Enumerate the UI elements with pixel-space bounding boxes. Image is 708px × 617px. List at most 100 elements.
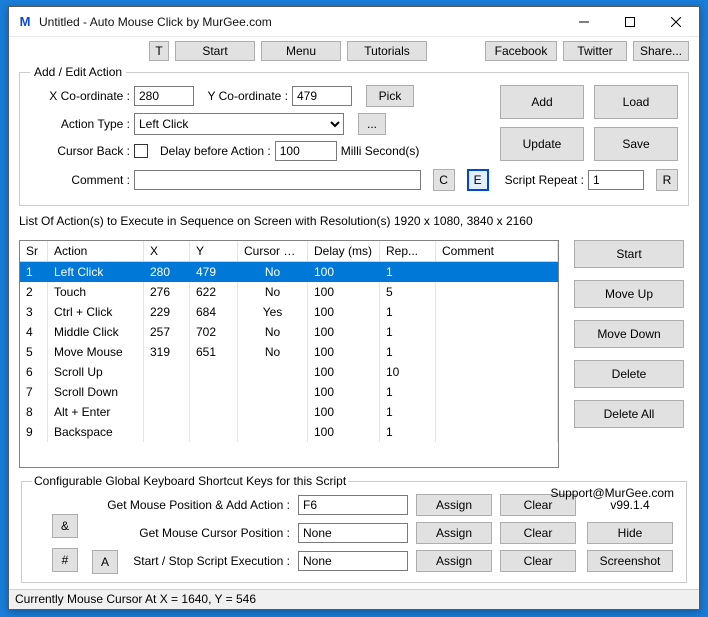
close-icon <box>671 17 681 27</box>
cursor-back-checkbox[interactable] <box>134 144 148 158</box>
table-cell <box>436 342 558 362</box>
table-row[interactable]: 7Scroll Down1001 <box>20 382 558 402</box>
maximize-button[interactable] <box>607 7 653 36</box>
table-body[interactable]: 1Left Click280479No10012Touch276622No100… <box>20 262 558 467</box>
script-repeat-input[interactable] <box>588 170 644 190</box>
table-cell: Touch <box>48 282 144 302</box>
table-cell: 5 <box>380 282 436 302</box>
update-button[interactable]: Update <box>500 127 584 161</box>
r-button[interactable]: R <box>656 169 678 191</box>
table-cell: 229 <box>144 302 190 322</box>
move-up-button[interactable]: Move Up <box>574 280 684 308</box>
table-cell: 319 <box>144 342 190 362</box>
start-script-button[interactable]: Start <box>574 240 684 268</box>
delete-all-button[interactable]: Delete All <box>574 400 684 428</box>
minimize-button[interactable] <box>561 7 607 36</box>
table-row[interactable]: 1Left Click280479No1001 <box>20 262 558 282</box>
assign-button-3[interactable]: Assign <box>416 550 492 572</box>
y-coord-label: Y Co-ordinate : <box>198 89 288 103</box>
table-cell: Ctrl + Click <box>48 302 144 322</box>
clear-button-2[interactable]: Clear <box>500 522 576 544</box>
table-cell: No <box>238 322 308 342</box>
table-cell: 100 <box>308 382 380 402</box>
table-cell: 651 <box>190 342 238 362</box>
assign-button-2[interactable]: Assign <box>416 522 492 544</box>
table-cell: 7 <box>20 382 48 402</box>
table-row[interactable]: 9Backspace1001 <box>20 422 558 442</box>
table-cell: 1 <box>380 322 436 342</box>
close-button[interactable] <box>653 7 699 36</box>
table-cell: 100 <box>308 262 380 282</box>
table-cell: 2 <box>20 282 48 302</box>
ellipsis-button[interactable]: ... <box>358 113 386 135</box>
table-row[interactable]: 6Scroll Up10010 <box>20 362 558 382</box>
th-repeat: Rep... <box>380 241 436 261</box>
th-cursor-back: Cursor B... <box>238 241 308 261</box>
table-row[interactable]: 2Touch276622No1005 <box>20 282 558 302</box>
table-row[interactable]: 3Ctrl + Click229684Yes1001 <box>20 302 558 322</box>
assign-button-1[interactable]: Assign <box>416 494 492 516</box>
a-button[interactable]: A <box>92 550 118 574</box>
clear-button-3[interactable]: Clear <box>500 550 576 572</box>
table-cell: 6 <box>20 362 48 382</box>
table-cell: 8 <box>20 402 48 422</box>
save-button[interactable]: Save <box>594 127 678 161</box>
table-row[interactable]: 4Middle Click257702No1001 <box>20 322 558 342</box>
status-bar: Currently Mouse Cursor At X = 1640, Y = … <box>9 589 699 609</box>
start-stop-input[interactable] <box>298 551 408 571</box>
toolbar-tutorials-button[interactable]: Tutorials <box>347 41 427 61</box>
th-sr: Sr <box>20 241 48 261</box>
grid-wrap: Sr Action X Y Cursor B... Delay (ms) Rep… <box>19 240 689 468</box>
table-cell <box>190 382 238 402</box>
delay-input[interactable] <box>275 141 337 161</box>
maximize-icon <box>625 17 635 27</box>
table-cell: Backspace <box>48 422 144 442</box>
milli-label: Milli Second(s) <box>341 144 420 158</box>
x-coord-input[interactable] <box>134 86 194 106</box>
table-cell: Middle Click <box>48 322 144 342</box>
toolbar-twitter-button[interactable]: Twitter <box>563 41 627 61</box>
table-cell: 702 <box>190 322 238 342</box>
pick-button[interactable]: Pick <box>366 85 414 107</box>
toolbar-facebook-button[interactable]: Facebook <box>485 41 557 61</box>
y-coord-input[interactable] <box>292 86 352 106</box>
toolbar-share-button[interactable]: Share... <box>633 41 689 61</box>
th-y: Y <box>190 241 238 261</box>
delay-label: Delay before Action : <box>160 144 271 158</box>
load-button[interactable]: Load <box>594 85 678 119</box>
c-button[interactable]: C <box>433 169 455 191</box>
status-text: Currently Mouse Cursor At X = 1640, Y = … <box>15 592 256 606</box>
table-cell: Scroll Up <box>48 362 144 382</box>
get-cursor-input[interactable] <box>298 523 408 543</box>
table-row[interactable]: 8Alt + Enter1001 <box>20 402 558 422</box>
delete-button[interactable]: Delete <box>574 360 684 388</box>
get-pos-add-input[interactable] <box>298 495 408 515</box>
amp-button[interactable]: & <box>52 514 78 538</box>
comment-input[interactable] <box>134 170 421 190</box>
hash-button[interactable]: # <box>52 548 78 572</box>
table-cell: 1 <box>380 402 436 422</box>
table-cell <box>238 422 308 442</box>
screenshot-button[interactable]: Screenshot <box>587 550 673 572</box>
table-row[interactable]: 5Move Mouse319651No1001 <box>20 342 558 362</box>
move-down-button[interactable]: Move Down <box>574 320 684 348</box>
actions-table[interactable]: Sr Action X Y Cursor B... Delay (ms) Rep… <box>19 240 559 468</box>
window-controls <box>561 7 699 36</box>
table-cell: 280 <box>144 262 190 282</box>
list-caption: List Of Action(s) to Execute in Sequence… <box>19 214 689 228</box>
table-cell: 479 <box>190 262 238 282</box>
table-cell: 622 <box>190 282 238 302</box>
table-cell <box>238 382 308 402</box>
hide-button[interactable]: Hide <box>587 522 673 544</box>
table-cell <box>190 362 238 382</box>
toolbar-start-button[interactable]: Start <box>175 41 255 61</box>
table-cell <box>436 262 558 282</box>
add-button[interactable]: Add <box>500 85 584 119</box>
t-button[interactable]: T <box>149 41 169 61</box>
e-button[interactable]: E <box>467 169 489 191</box>
table-cell: 257 <box>144 322 190 342</box>
toolbar-menu-button[interactable]: Menu <box>261 41 341 61</box>
toolbar-left: T Start Menu Tutorials <box>149 41 427 61</box>
action-type-select[interactable]: Left Click <box>134 113 344 135</box>
support-link[interactable]: Support@MurGee.com <box>550 486 674 500</box>
